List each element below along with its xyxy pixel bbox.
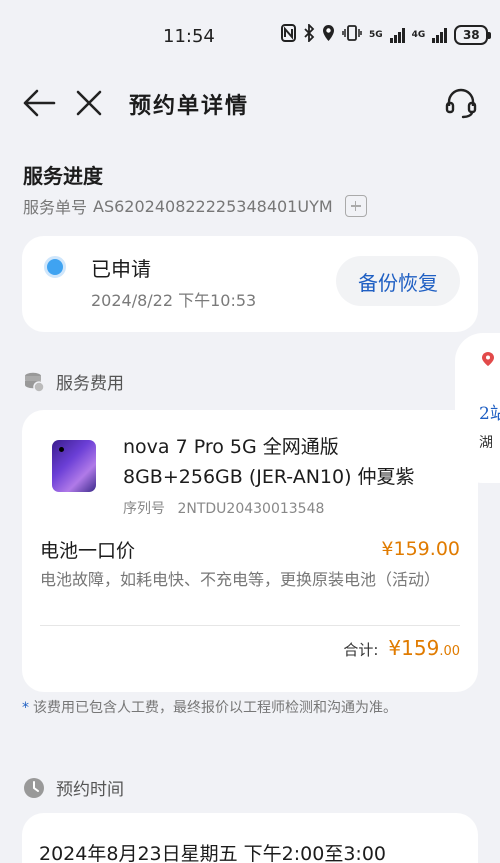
headset-icon[interactable] [444, 86, 478, 120]
status-name: 已申请 [91, 257, 151, 281]
service-item-desc: 电池故障，如耗电快、不充电等，更换原装电池（活动） [40, 570, 441, 589]
coins-icon [23, 371, 45, 393]
status-card: 已申请 2024/8/22 下午10:53 备份恢复 [22, 236, 478, 332]
nfc-icon [281, 24, 296, 46]
location-pin-icon [482, 351, 494, 366]
fee-note-text: 该费用已包含人工费，最终报价以工程师检测和沟通为准。 [33, 700, 397, 716]
service-item-price: ¥159.00 [381, 538, 460, 560]
status-time: 11:54 [163, 26, 215, 47]
total-row: 合计: ¥159.00 [343, 636, 460, 660]
order-number-line: 服务单号 AS620240822225348401UYM [23, 194, 367, 218]
close-icon[interactable] [74, 88, 104, 118]
total-label: 合计: [343, 641, 379, 659]
location-icon [322, 24, 335, 46]
back-arrow-icon[interactable] [22, 88, 56, 118]
status-icons: 5G 4G 38 [281, 22, 492, 46]
total-cents: .00 [439, 644, 460, 659]
signal-icon-2 [432, 27, 448, 43]
divider [40, 625, 460, 626]
fee-section-header: 服务费用 [23, 369, 124, 394]
serial-label: 序列号 [123, 501, 165, 517]
map-peek-text: 2站 [479, 404, 500, 424]
product-image [52, 440, 96, 492]
order-label: 服务单号 [23, 198, 88, 217]
backup-restore-button[interactable]: 备份恢复 [336, 256, 460, 306]
nav-bar: 预约单详情 [0, 80, 500, 128]
fee-note: * 该费用已包含人工费，最终报价以工程师检测和沟通为准。 [22, 697, 397, 717]
serial-number: 2NTDU20430013548 [177, 501, 325, 517]
bluetooth-icon [303, 22, 315, 46]
progress-title: 服务进度 [23, 164, 103, 188]
page-title: 预约单详情 [129, 93, 250, 119]
serial-line: 序列号 2NTDU20430013548 [123, 498, 324, 518]
status-dot-icon [44, 256, 66, 278]
appointment-section-title: 预约时间 [56, 780, 124, 800]
total-main: ¥159 [388, 636, 440, 660]
net-label-1: 5G [369, 29, 383, 40]
signal-icon-1 [389, 27, 405, 43]
appointment-card: 2024年8月23日星期五 下午2:00至3:00 [22, 813, 478, 863]
copy-icon[interactable] [344, 195, 367, 217]
status-time: 2024/8/22 下午10:53 [91, 291, 257, 310]
order-number: AS620240822225348401UYM [93, 196, 333, 216]
appointment-section-header: 预约时间 [23, 775, 124, 800]
fee-card: nova 7 Pro 5G 全网通版 8GB+256GB (JER-AN10) … [22, 410, 478, 692]
note-mark: * [22, 700, 29, 716]
service-item-name: 电池一口价 [40, 540, 136, 562]
clock-icon [23, 777, 45, 799]
battery-icon: 38 [454, 25, 492, 45]
vibrate-icon [342, 24, 362, 46]
fee-section-title: 服务费用 [56, 374, 124, 394]
status-bar: 11:54 5G 4G 38 [0, 0, 500, 70]
product-name: nova 7 Pro 5G 全网通版 8GB+256GB (JER-AN10) … [123, 436, 415, 488]
total-amount: ¥159.00 [388, 636, 460, 660]
net-label-2: 4G [411, 29, 426, 40]
map-peek-subtext: 湖 [479, 435, 493, 451]
appointment-time: 2024年8月23日星期五 下午2:00至3:00 [39, 843, 386, 863]
